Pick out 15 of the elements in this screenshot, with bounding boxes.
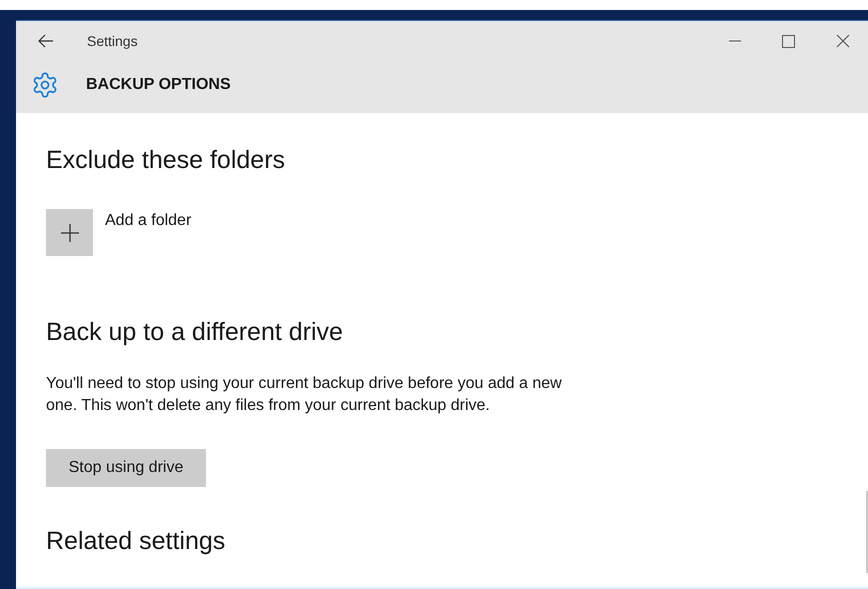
- section-heading: Back up to a different drive: [46, 317, 343, 348]
- plus-icon: [60, 224, 78, 242]
- minimize-icon[interactable]: [729, 40, 741, 42]
- scrollbar-icon[interactable]: [866, 491, 868, 573]
- page-title: BACKUP OPTIONS: [86, 75, 231, 95]
- stop-using-drive-button[interactable]: Stop using drive: [46, 449, 206, 487]
- gear-icon: [31, 71, 59, 99]
- description-text: You'll need to stop using your current backup drive before you add a new one. This won't delete any files from your current backup drive.: [46, 374, 563, 416]
- add-folder-label[interactable]: Add a folder: [105, 211, 192, 231]
- section-heading: Exclude these folders: [46, 145, 286, 176]
- back-arrow-icon[interactable]: [38, 34, 54, 48]
- close-icon[interactable]: [836, 34, 850, 48]
- section-heading: Related settings: [46, 526, 226, 557]
- window-title: Settings: [87, 32, 138, 51]
- maximize-icon[interactable]: [782, 34, 795, 48]
